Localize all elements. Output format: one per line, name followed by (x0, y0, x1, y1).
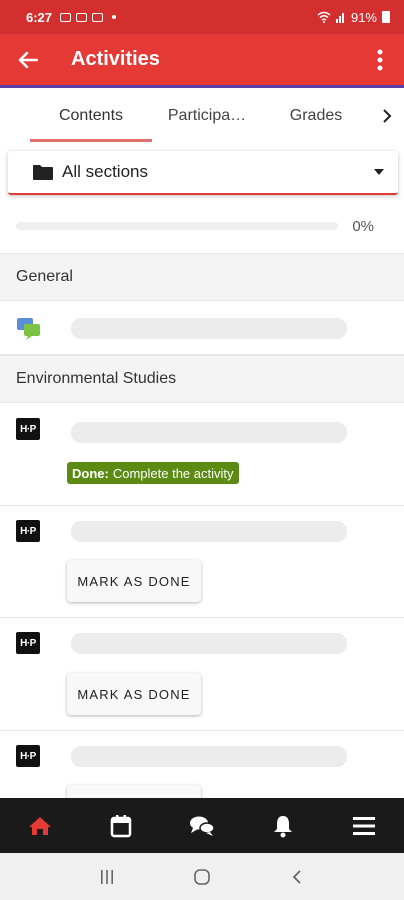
activity-name-placeholder (71, 633, 347, 654)
nav-home[interactable] (10, 798, 70, 853)
page-title: Activities (71, 48, 160, 70)
more-options-button[interactable] (356, 33, 404, 87)
calendar-icon (110, 814, 132, 837)
activity-name-placeholder (71, 521, 347, 542)
activity-item[interactable]: H·P Done: Complete the activity (0, 404, 404, 506)
back-button[interactable] (0, 33, 56, 87)
nav-notifications[interactable] (253, 798, 313, 853)
course-progress: 0% (0, 205, 404, 247)
section-select-value: All sections (62, 162, 148, 181)
activity-name-placeholder (71, 422, 347, 443)
status-bar: 6:27 91% (0, 0, 404, 34)
mail-notification-icon (92, 12, 104, 22)
activity-item[interactable]: H·P MARK AS DONE (0, 506, 404, 618)
activity-name-placeholder (71, 746, 347, 767)
nav-messages[interactable] (172, 798, 232, 853)
home-circle-icon (194, 868, 210, 885)
system-navigation (0, 853, 404, 900)
arrow-left-icon (18, 51, 38, 68)
back-icon (292, 869, 301, 884)
section-header-environmental-studies[interactable]: Environmental Studies (0, 355, 404, 403)
completion-badge-text: Complete the activity (112, 465, 234, 481)
more-vertical-icon (377, 49, 383, 70)
forum-icon (16, 316, 40, 340)
tab-participants[interactable]: Participa… (152, 90, 262, 142)
system-recents-button[interactable] (87, 857, 127, 897)
tab-contents[interactable]: Contents (30, 90, 152, 142)
tab-bar: Contents Participa… Grades (0, 90, 404, 142)
signal-icon (335, 13, 344, 23)
section-select[interactable]: All sections (8, 151, 398, 195)
menu-icon (352, 816, 375, 835)
completion-badge: Done: Complete the activity (67, 462, 239, 484)
bell-icon (273, 815, 292, 837)
nav-calendar[interactable] (91, 798, 151, 853)
tab-grades[interactable]: Grades (262, 90, 370, 142)
caret-down-icon (374, 169, 384, 175)
gallery-notification-icon (60, 12, 72, 22)
tabs-next-button[interactable] (370, 90, 404, 142)
battery-percent: 91% (350, 9, 377, 25)
activity-name-placeholder (71, 318, 347, 339)
mark-as-done-button[interactable]: MARK AS DONE (67, 560, 201, 602)
activity-item[interactable] (0, 301, 404, 355)
activity-item[interactable]: H·P (0, 731, 404, 805)
messages-icon (189, 816, 215, 836)
h5p-icon: H·P (16, 632, 40, 654)
completion-badge-label: Done: (72, 465, 109, 481)
wifi-icon (317, 11, 331, 23)
system-back-button[interactable] (277, 857, 317, 897)
bottom-navigation (0, 798, 404, 853)
status-time: 6:27 (26, 9, 53, 25)
h5p-icon: H·P (16, 520, 40, 542)
camera-notification-icon (76, 12, 88, 22)
nav-more[interactable] (334, 798, 394, 853)
recents-icon (101, 869, 114, 884)
progress-bar (16, 222, 339, 230)
folder-icon (33, 164, 53, 180)
app-bar: Activities (0, 34, 404, 88)
system-home-button[interactable] (182, 857, 222, 897)
home-icon (29, 816, 52, 835)
battery-icon (382, 11, 390, 23)
h5p-icon: H·P (16, 418, 40, 440)
h5p-icon: H·P (16, 745, 40, 767)
more-notifications-dot-icon (112, 15, 117, 19)
status-right: 91% (317, 10, 390, 25)
chevron-right-icon (383, 109, 392, 123)
status-notification-icons (60, 12, 117, 22)
progress-percent: 0% (352, 217, 374, 235)
section-header-general[interactable]: General (0, 253, 404, 301)
mark-as-done-button[interactable]: MARK AS DONE (67, 673, 201, 715)
activity-item[interactable]: H·P MARK AS DONE (0, 618, 404, 731)
